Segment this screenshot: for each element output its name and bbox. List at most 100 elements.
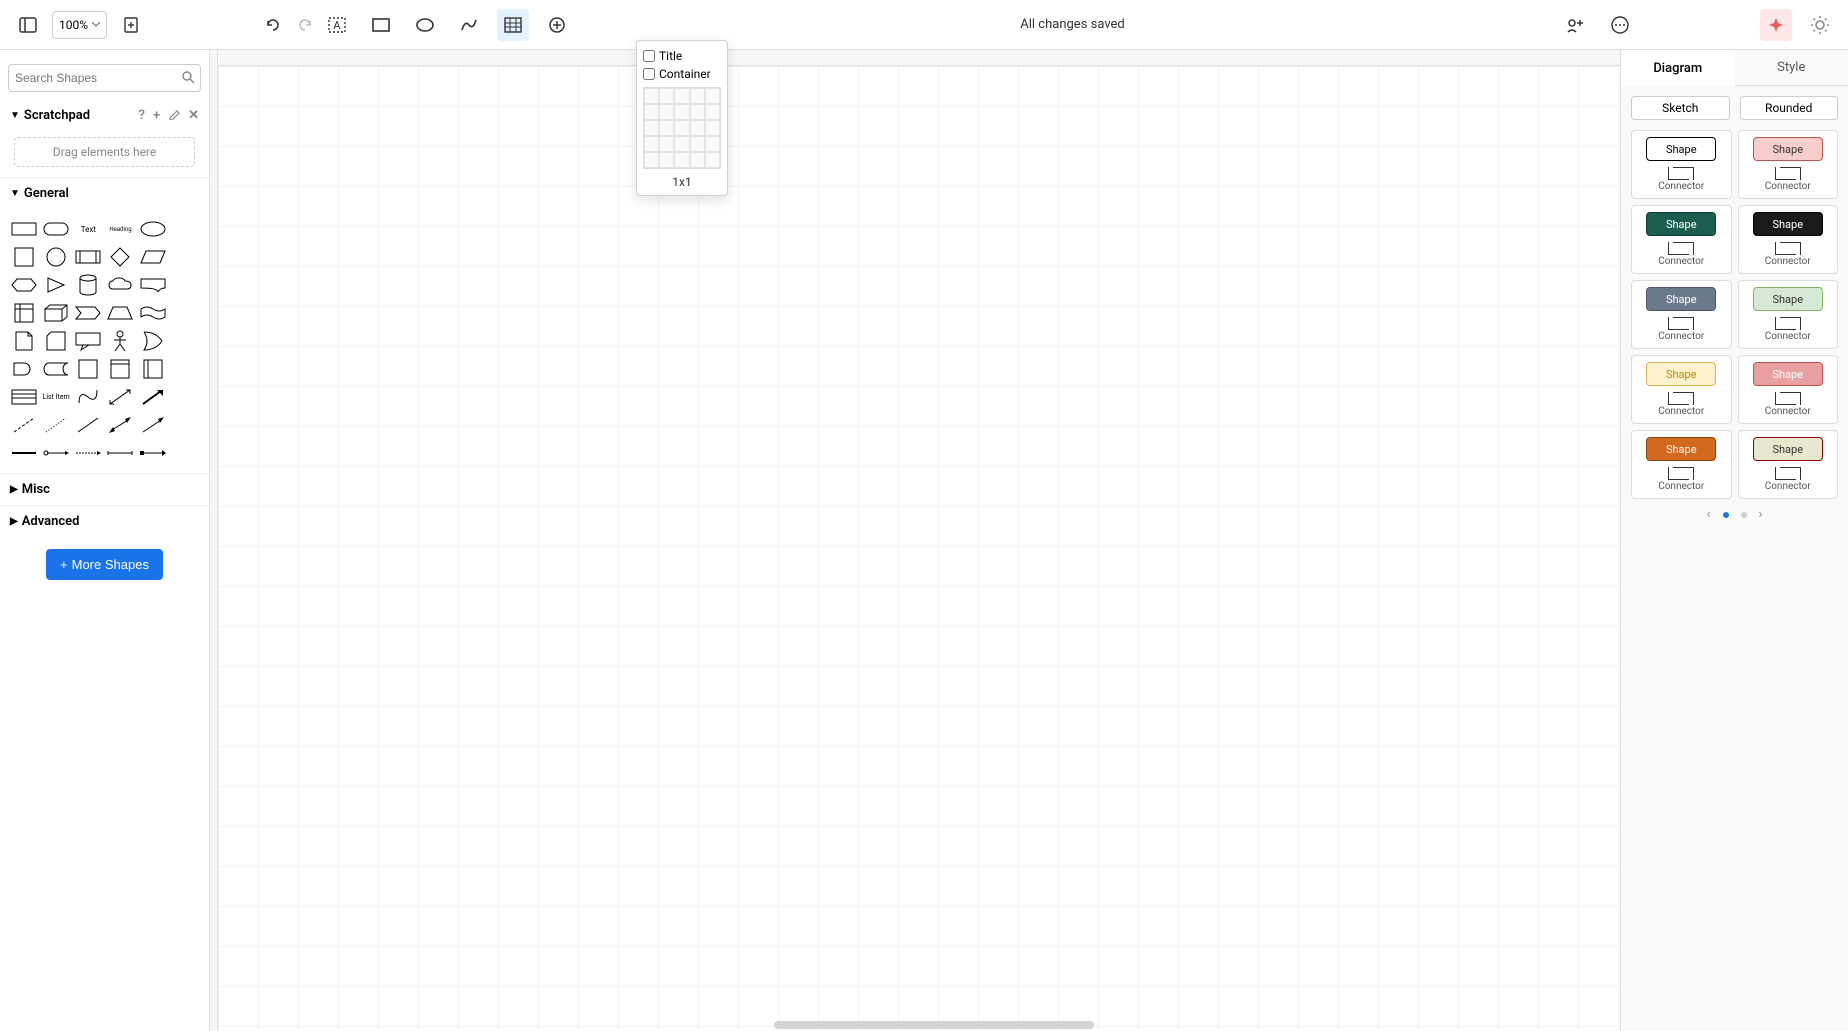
shape-actor[interactable] [106, 329, 134, 353]
shape-ellipse[interactable] [139, 217, 167, 241]
shape-diamond[interactable] [106, 245, 134, 269]
shape-line[interactable] [74, 413, 102, 437]
shape-note[interactable] [10, 329, 38, 353]
style-connector-preview: Connector [1765, 392, 1811, 417]
style-connector-preview: Connector [1658, 242, 1704, 267]
shape-connector-2[interactable] [74, 441, 102, 465]
shape-rectangle[interactable] [10, 217, 38, 241]
scratchpad-section-header[interactable]: ▼ Scratchpad ? + ✕ [0, 100, 209, 131]
style-preset-card[interactable]: ShapeConnector [1738, 130, 1839, 199]
shape-cloud[interactable] [106, 273, 134, 297]
style-preset-card[interactable]: ShapeConnector [1631, 130, 1732, 199]
scratchpad-drop-zone[interactable]: Drag elements here [14, 137, 195, 167]
shape-link[interactable] [10, 441, 38, 465]
misc-title: Misc [22, 482, 50, 497]
scratchpad-help[interactable]: ? [139, 108, 145, 123]
shape-list[interactable] [10, 385, 38, 409]
add-tool-button[interactable] [541, 9, 573, 41]
pager-dot[interactable] [1741, 512, 1747, 518]
shape-bidir-arrow[interactable] [106, 413, 134, 437]
line-tool-button[interactable] [453, 9, 485, 41]
shape-v-container[interactable] [106, 357, 134, 381]
style-preset-card[interactable]: ShapeConnector [1631, 280, 1732, 349]
advanced-section-header[interactable]: ▶ Advanced [0, 505, 209, 537]
style-preset-card[interactable]: ShapeConnector [1631, 355, 1732, 424]
shape-circle[interactable] [42, 245, 70, 269]
shape-and[interactable] [10, 357, 38, 381]
shape-heading[interactable]: Heading [106, 217, 134, 241]
share-button[interactable] [1560, 9, 1592, 41]
scratchpad-edit-icon[interactable] [168, 108, 180, 123]
shape-search-input[interactable] [8, 64, 201, 92]
shape-connector-1[interactable] [42, 441, 70, 465]
tab-diagram[interactable]: Diagram [1621, 50, 1735, 86]
pager-prev[interactable]: ‹ [1707, 507, 1711, 522]
shape-dashed-line[interactable] [10, 413, 38, 437]
chevron-right-icon: ▶ [10, 516, 18, 527]
ai-sparkle-button[interactable] [1760, 9, 1792, 41]
shape-connector-4[interactable] [139, 441, 167, 465]
shape-arrow[interactable] [139, 385, 167, 409]
table-title-checkbox[interactable]: Title [643, 47, 721, 65]
shape-dotted-line[interactable] [42, 413, 70, 437]
shape-trapezoid[interactable] [106, 301, 134, 325]
sidebar-toggle-button[interactable] [12, 9, 44, 41]
text-tool-button[interactable]: A [321, 9, 353, 41]
table-tool-button[interactable] [497, 9, 529, 41]
style-preset-card[interactable]: ShapeConnector [1631, 430, 1732, 499]
shape-list-item[interactable]: List Item [42, 385, 70, 409]
shape-text[interactable]: Text [74, 217, 102, 241]
shape-data-storage[interactable] [42, 357, 70, 381]
shape-internal-storage[interactable] [10, 301, 38, 325]
shape-callout[interactable] [139, 273, 167, 297]
rectangle-tool-button[interactable] [365, 9, 397, 41]
style-preset-card[interactable]: ShapeConnector [1738, 430, 1839, 499]
more-button[interactable] [1604, 9, 1636, 41]
shape-curve[interactable] [74, 385, 102, 409]
tab-style[interactable]: Style [1735, 50, 1848, 86]
table-container-checkbox[interactable]: Container [643, 65, 721, 83]
style-preset-card[interactable]: ShapeConnector [1738, 355, 1839, 424]
style-shape-preview: Shape [1753, 287, 1823, 311]
shape-h-container[interactable] [139, 357, 167, 381]
shape-triangle[interactable] [42, 273, 70, 297]
zoom-select[interactable]: 100% [52, 11, 107, 39]
shape-or[interactable] [139, 329, 167, 353]
rounded-toggle[interactable]: Rounded [1740, 96, 1839, 120]
shape-step[interactable] [74, 301, 102, 325]
style-preset-card[interactable]: ShapeConnector [1738, 205, 1839, 274]
horizontal-scrollbar[interactable] [774, 1021, 1094, 1029]
redo-button[interactable] [289, 9, 321, 41]
scratchpad-close-icon[interactable]: ✕ [188, 108, 199, 123]
undo-button[interactable] [257, 9, 289, 41]
shape-rounded-rect[interactable] [42, 217, 70, 241]
style-preset-card[interactable]: ShapeConnector [1738, 280, 1839, 349]
style-preset-card[interactable]: ShapeConnector [1631, 205, 1732, 274]
scratchpad-add-icon[interactable]: + [153, 108, 160, 123]
shape-dir-arrow[interactable] [139, 413, 167, 437]
shape-tape[interactable] [139, 301, 167, 325]
add-page-button[interactable] [115, 9, 147, 41]
ellipse-tool-button[interactable] [409, 9, 441, 41]
theme-toggle-button[interactable] [1804, 9, 1836, 41]
style-shape-preview: Shape [1646, 437, 1716, 461]
shape-cube[interactable] [42, 301, 70, 325]
sketch-toggle[interactable]: Sketch [1631, 96, 1730, 120]
shape-connector-3[interactable] [106, 441, 134, 465]
shape-bidir-arrow-thin[interactable] [106, 385, 134, 409]
more-shapes-button[interactable]: + More Shapes [46, 549, 163, 580]
shape-cylinder[interactable] [74, 273, 102, 297]
shape-callout2[interactable] [74, 329, 102, 353]
table-size-picker[interactable] [643, 87, 721, 169]
shape-process[interactable] [74, 245, 102, 269]
drawing-canvas[interactable] [210, 50, 1620, 1031]
shape-square[interactable] [10, 245, 38, 269]
pager-next[interactable]: › [1759, 507, 1763, 522]
general-section-header[interactable]: ▼ General [0, 177, 209, 209]
shape-container[interactable] [74, 357, 102, 381]
pager-dot[interactable] [1723, 512, 1729, 518]
shape-hexagon[interactable] [10, 273, 38, 297]
shape-card[interactable] [42, 329, 70, 353]
misc-section-header[interactable]: ▶ Misc [0, 473, 209, 505]
shape-parallelogram[interactable] [139, 245, 167, 269]
